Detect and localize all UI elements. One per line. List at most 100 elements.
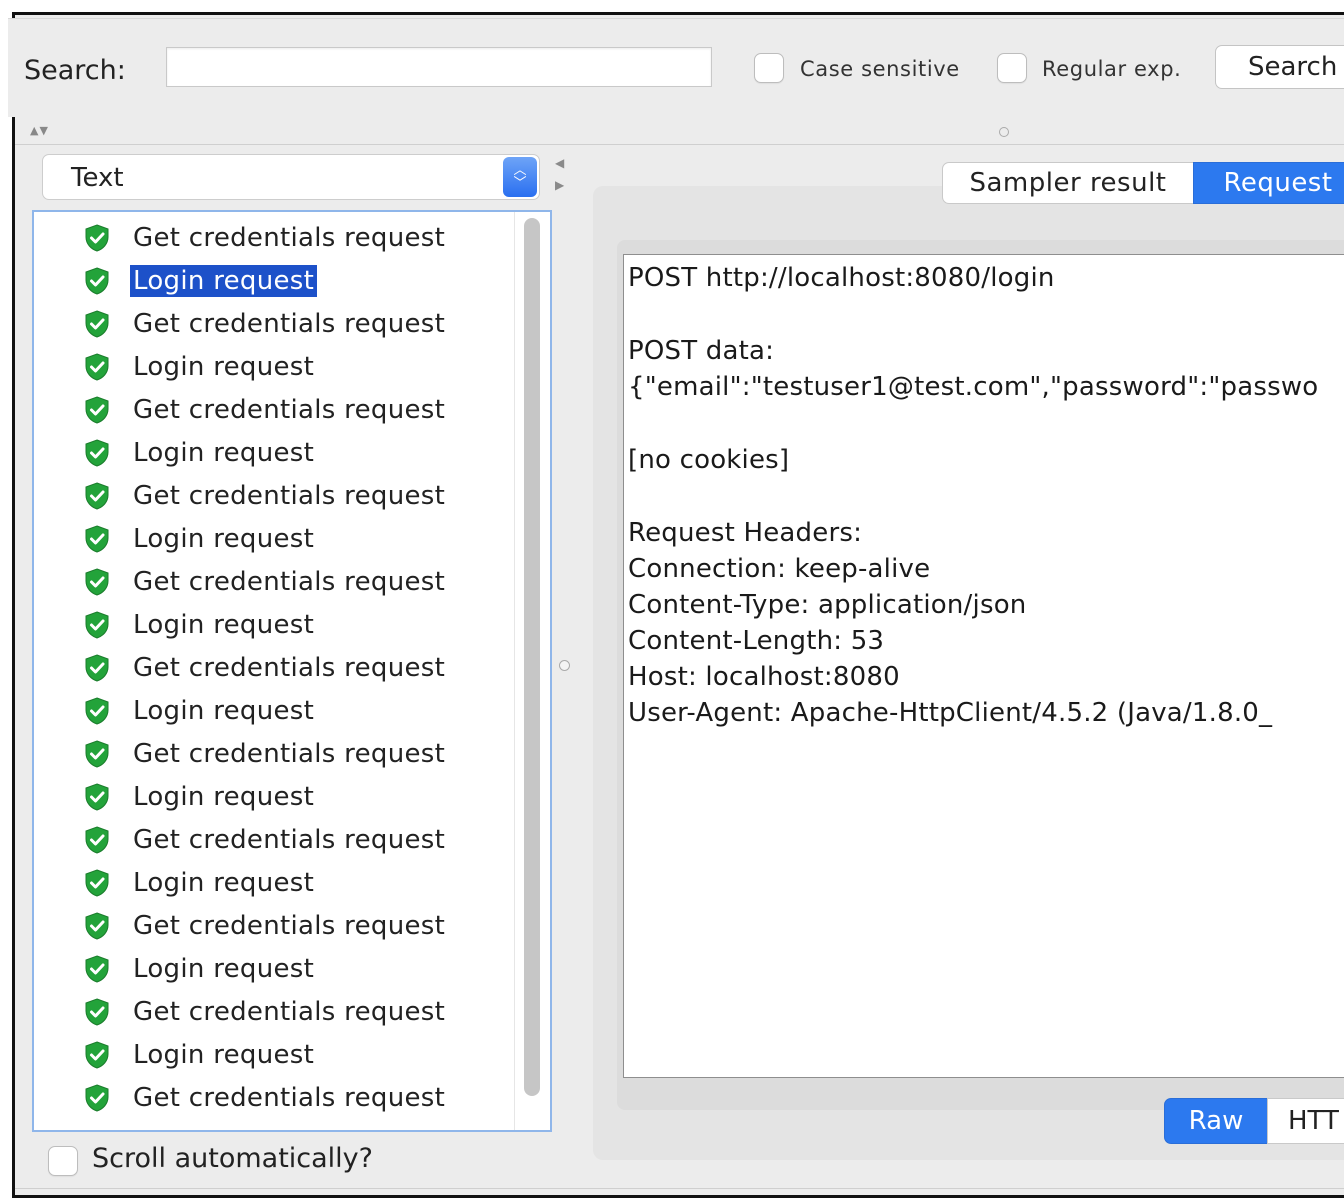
success-shield-icon bbox=[85, 1041, 109, 1069]
tree-item[interactable]: Login request bbox=[84, 347, 317, 387]
request-text-line: Content-Type: application/json bbox=[628, 590, 1027, 620]
search-label: Search: bbox=[24, 55, 126, 86]
divider bbox=[15, 1188, 1344, 1189]
subtab-http[interactable]: HTT bbox=[1267, 1098, 1344, 1144]
renderer-selected-value: Text bbox=[71, 163, 124, 193]
request-text-line: [no cookies] bbox=[628, 445, 790, 475]
tree-item[interactable]: Login request bbox=[84, 261, 318, 301]
success-shield-icon bbox=[85, 611, 109, 639]
success-shield-icon bbox=[85, 224, 109, 252]
tree-item-label: Login request bbox=[133, 524, 315, 554]
scroll-automatically-checkbox[interactable] bbox=[48, 1146, 78, 1176]
tree-item-label: Get credentials request bbox=[133, 911, 446, 941]
tree-item[interactable]: Login request bbox=[84, 519, 317, 559]
success-shield-icon bbox=[85, 826, 109, 854]
tree-item-label: Login request bbox=[130, 265, 318, 297]
tree-item[interactable]: Get credentials request bbox=[84, 906, 448, 946]
tree-item[interactable]: Get credentials request bbox=[84, 1078, 448, 1118]
success-shield-icon bbox=[85, 310, 109, 338]
scroll-automatically-label: Scroll automatically? bbox=[92, 1143, 373, 1174]
regex-checkbox[interactable] bbox=[997, 53, 1027, 83]
request-text-line: POST http://localhost:8080/login bbox=[628, 263, 1055, 293]
tree-item-label: Login request bbox=[133, 438, 315, 468]
request-text-line: Connection: keep-alive bbox=[628, 554, 931, 584]
tree-item-label: Get credentials request bbox=[133, 395, 446, 425]
success-shield-icon bbox=[85, 1084, 109, 1112]
tree-item-label: Login request bbox=[133, 954, 315, 984]
tree-item[interactable]: Login request bbox=[84, 1035, 317, 1075]
vertical-splitter-handle[interactable] bbox=[559, 660, 570, 671]
tree-item[interactable]: Login request bbox=[84, 605, 317, 645]
success-shield-icon bbox=[85, 525, 109, 553]
success-shield-icon bbox=[85, 654, 109, 682]
select-updown-icon[interactable]: ︿ ﹀ bbox=[503, 157, 537, 197]
collapse-arrows-icon[interactable]: ◀ ▶ bbox=[555, 152, 564, 196]
scroll-track bbox=[514, 212, 515, 1130]
success-shield-icon bbox=[85, 353, 109, 381]
tree-item[interactable]: Login request bbox=[84, 691, 317, 731]
tree-item-label: Login request bbox=[133, 782, 315, 812]
tree-item[interactable]: Get credentials request bbox=[84, 476, 448, 516]
tree-item-label: Login request bbox=[133, 610, 315, 640]
tree-item[interactable]: Get credentials request bbox=[84, 562, 448, 602]
success-shield-icon bbox=[85, 482, 109, 510]
success-shield-icon bbox=[85, 439, 109, 467]
request-text-line: User-Agent: Apache-HttpClient/4.5.2 (Jav… bbox=[628, 698, 1273, 728]
tree-item[interactable]: Get credentials request bbox=[84, 304, 448, 344]
results-tree[interactable]: Get credentials request Login request Get … bbox=[32, 210, 552, 1132]
tree-item-label: Get credentials request bbox=[133, 739, 446, 769]
success-shield-icon bbox=[85, 912, 109, 940]
tab-request[interactable]: Request bbox=[1193, 162, 1344, 204]
success-shield-icon bbox=[85, 869, 109, 897]
success-shield-icon bbox=[85, 740, 109, 768]
success-shield-icon bbox=[85, 568, 109, 596]
tree-item-label: Get credentials request bbox=[133, 997, 446, 1027]
tree-item-label: Get credentials request bbox=[133, 1083, 446, 1113]
tree-item[interactable]: Get credentials request bbox=[84, 734, 448, 774]
tree-scrollbar[interactable] bbox=[524, 218, 540, 1096]
tree-item[interactable]: Get credentials request bbox=[84, 218, 448, 258]
tree-item[interactable]: Get credentials request bbox=[84, 992, 448, 1032]
search-bar: Search: Case sensitive Regular exp. Sear… bbox=[8, 18, 1344, 117]
tree-item[interactable]: Login request bbox=[84, 777, 317, 817]
tree-item-label: Get credentials request bbox=[133, 567, 446, 597]
tree-item[interactable]: Get credentials request bbox=[84, 390, 448, 430]
tree-item-label: Login request bbox=[133, 696, 315, 726]
tree-item-label: Get credentials request bbox=[133, 825, 446, 855]
request-text-line: Request Headers: bbox=[628, 518, 863, 548]
case-sensitive-checkbox[interactable] bbox=[754, 53, 784, 83]
tab-sampler-result[interactable]: Sampler result bbox=[942, 162, 1194, 204]
request-text-line: Host: localhost:8080 bbox=[628, 662, 900, 692]
success-shield-icon bbox=[85, 998, 109, 1026]
tree-item-label: Get credentials request bbox=[133, 481, 446, 511]
tree-item-label: Get credentials request bbox=[133, 223, 446, 253]
success-shield-icon bbox=[85, 267, 109, 295]
subtab-raw[interactable]: Raw bbox=[1164, 1098, 1268, 1144]
tree-item[interactable]: Login request bbox=[84, 949, 317, 989]
tree-item-label: Login request bbox=[133, 1040, 315, 1070]
tree-item-label: Get credentials request bbox=[133, 309, 446, 339]
divider bbox=[15, 144, 1344, 145]
tree-item[interactable]: Get credentials request bbox=[84, 648, 448, 688]
tree-item-label: Get credentials request bbox=[133, 653, 446, 683]
tree-item[interactable]: Get credentials request bbox=[84, 820, 448, 860]
tree-item-label: Login request bbox=[133, 868, 315, 898]
request-text-line: POST data: bbox=[628, 336, 775, 366]
tree-item[interactable]: Login request bbox=[84, 433, 317, 473]
request-text-area[interactable]: POST http://localhost:8080/login POST dat… bbox=[623, 254, 1344, 1078]
search-button[interactable]: Search bbox=[1215, 45, 1344, 89]
request-text-line: {"email":"testuser1@test.com","password"… bbox=[628, 372, 1319, 402]
tree-item[interactable]: Login request bbox=[84, 863, 317, 903]
splitter-arrows-icon[interactable]: ▲▼ bbox=[30, 124, 49, 137]
success-shield-icon bbox=[85, 783, 109, 811]
request-text-line: Content-Length: 53 bbox=[628, 626, 885, 656]
search-input[interactable] bbox=[166, 47, 712, 87]
regex-label: Regular exp. bbox=[1042, 57, 1182, 81]
tree-item-label: Login request bbox=[133, 352, 315, 382]
renderer-select[interactable]: Text ︿ ﹀ bbox=[42, 154, 540, 200]
success-shield-icon bbox=[85, 396, 109, 424]
success-shield-icon bbox=[85, 697, 109, 725]
success-shield-icon bbox=[85, 955, 109, 983]
horizontal-splitter-handle[interactable] bbox=[999, 127, 1009, 137]
case-sensitive-label: Case sensitive bbox=[800, 57, 960, 81]
